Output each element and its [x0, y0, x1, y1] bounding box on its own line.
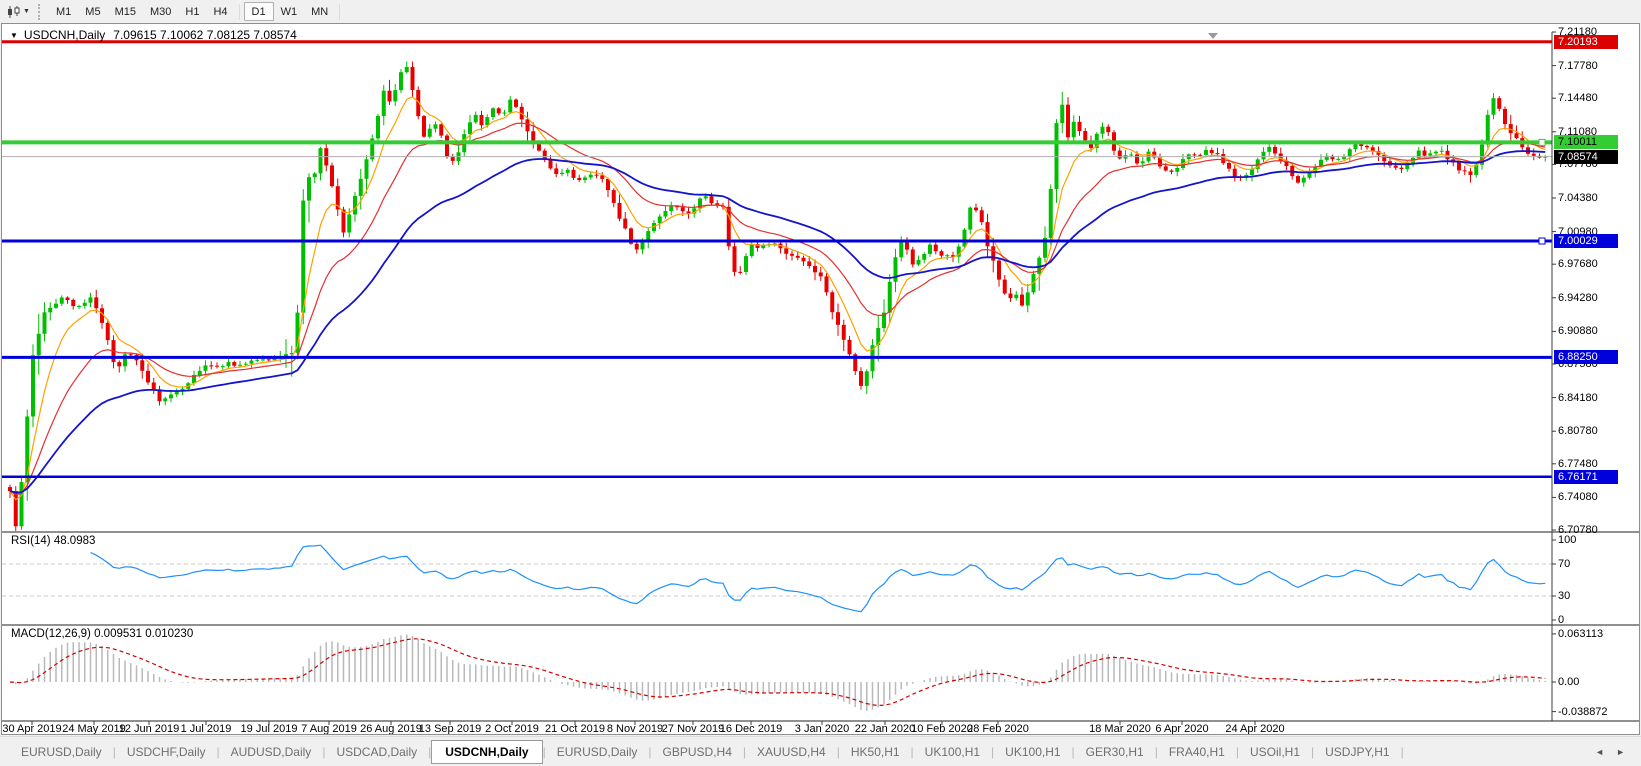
chart-type-button[interactable]: ▼	[3, 2, 33, 21]
timeframe-button-m1[interactable]: M1	[49, 2, 78, 21]
chart-ohlc-values: 7.09615 7.10062 7.08125 7.08574	[113, 28, 297, 42]
chart-window: ▼ USDCNH,Daily 7.09615 7.10062 7.08125 7…	[1, 23, 1640, 735]
chart-shift-marker-icon	[1208, 33, 1218, 39]
tab-scroll-right-icon[interactable]: ►	[1616, 747, 1625, 757]
macd-indicator-label: MACD(12,26,9) 0.009531 0.010230	[11, 628, 193, 640]
tab-eurusd-daily[interactable]: EURUSD,Daily	[10, 741, 113, 763]
timeframe-button-m5[interactable]: M5	[78, 2, 107, 21]
timeframe-button-d1[interactable]: D1	[244, 2, 274, 21]
toolbar-drag-handle[interactable]	[38, 4, 42, 20]
tab-gbpusd-h4[interactable]: GBPUSD,H4	[652, 741, 743, 763]
tab-usdchf-daily[interactable]: USDCHF,Daily	[116, 741, 217, 763]
tab-usoil-h1[interactable]: USOil,H1	[1239, 741, 1311, 763]
tab-usdcad-daily[interactable]: USDCAD,Daily	[325, 741, 428, 763]
chart-ohlc-header: ▼ USDCNH,Daily 7.09615 7.10062 7.08125 7…	[10, 28, 297, 42]
tab-uk100-h1[interactable]: UK100,H1	[994, 741, 1071, 763]
top-toolbar: ▼ M1M5M15M30H1H4 D1W1MN	[0, 0, 1641, 23]
tab-separator: |	[1401, 745, 1404, 759]
tab-audusd-daily[interactable]: AUDUSD,Daily	[220, 741, 323, 763]
timeframe-button-group: M1M5M15M30H1H4 D1W1MN	[49, 2, 344, 21]
chart-tab-bar: EURUSD,Daily|USDCHF,Daily|AUDUSD,Daily|U…	[0, 736, 1641, 766]
tab-usdjpy-h1[interactable]: USDJPY,H1	[1314, 741, 1400, 763]
chart-menu-caret-icon[interactable]: ▼	[10, 31, 18, 40]
timeframe-button-m30[interactable]: M30	[143, 2, 178, 21]
toolbar-group-separator	[239, 4, 240, 20]
tab-hk50-h1[interactable]: HK50,H1	[840, 741, 911, 763]
timeframe-button-w1[interactable]: W1	[274, 2, 305, 21]
price-chart-canvas[interactable]	[2, 24, 1639, 734]
timeframe-button-m15[interactable]: M15	[108, 2, 143, 21]
toolbar-group-separator	[339, 4, 340, 20]
tab-eurusd-daily[interactable]: EURUSD,Daily	[546, 741, 649, 763]
tab-scroll-left-icon[interactable]: ◄	[1595, 747, 1604, 757]
tab-ger30-h1[interactable]: GER30,H1	[1075, 741, 1155, 763]
timeframe-button-mn[interactable]: MN	[304, 2, 335, 21]
chart-tabs: EURUSD,Daily|USDCHF,Daily|AUDUSD,Daily|U…	[10, 740, 1404, 764]
candlestick-chart-icon	[6, 5, 21, 19]
tab-usdcnh-daily[interactable]: USDCNH,Daily	[431, 740, 542, 764]
rsi-indicator-label: RSI(14) 48.0983	[11, 535, 95, 547]
tab-uk100-h1[interactable]: UK100,H1	[914, 741, 991, 763]
tab-scroll-arrows: ◄ ►	[1595, 747, 1625, 757]
tab-fra40-h1[interactable]: FRA40,H1	[1158, 741, 1236, 763]
dropdown-caret-icon: ▼	[23, 8, 30, 15]
chart-symbol-label: USDCNH,Daily	[24, 28, 105, 42]
timeframe-button-h1[interactable]: H1	[178, 2, 206, 21]
tab-xauusd-h4[interactable]: XAUUSD,H4	[746, 741, 837, 763]
timeframe-button-h4[interactable]: H4	[206, 2, 234, 21]
